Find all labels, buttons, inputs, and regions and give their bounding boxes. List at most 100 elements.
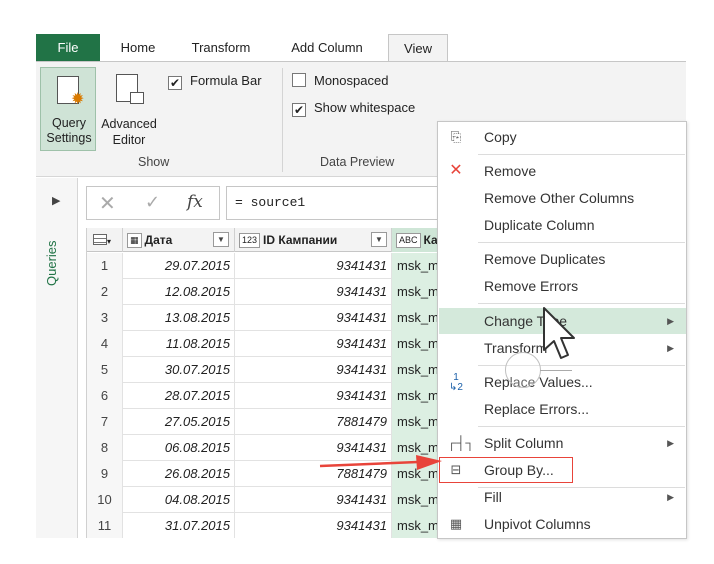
click-indicator-line <box>540 370 572 371</box>
unpivot-icon: ▦ <box>449 516 463 531</box>
row-index[interactable]: 3 <box>87 305 123 331</box>
cell-text[interactable]: msk_m <box>392 279 440 305</box>
commit-check-icon[interactable]: ✓ <box>145 192 160 213</box>
table-row[interactable]: 3 13.08.2015 9341431 msk_m <box>87 305 440 331</box>
menu-item-unpivot-columns[interactable]: ▦ Unpivot Columns <box>439 511 686 537</box>
table-row[interactable]: 4 11.08.2015 9341431 msk_m <box>87 331 440 357</box>
cell-text[interactable]: msk_m <box>392 357 440 383</box>
table-row[interactable]: 6 28.07.2015 9341431 msk_m <box>87 383 440 409</box>
row-index[interactable]: 9 <box>87 461 123 487</box>
menu-item-remove-errors[interactable]: Remove Errors <box>439 273 686 299</box>
cancel-icon[interactable]: ✕ <box>99 191 116 216</box>
table-row[interactable]: 11 31.07.2015 9341431 msk_m <box>87 513 440 538</box>
row-index[interactable]: 4 <box>87 331 123 357</box>
row-index[interactable]: 5 <box>87 357 123 383</box>
table-row[interactable]: 7 27.05.2015 7881479 msk_m <box>87 409 440 435</box>
column-header-text[interactable]: ABC Ка <box>392 228 440 252</box>
table-row[interactable]: 5 30.07.2015 9341431 msk_m <box>87 357 440 383</box>
row-index[interactable]: 7 <box>87 409 123 435</box>
cell-campaign-id[interactable]: 9341431 <box>235 487 392 513</box>
row-index[interactable]: 1 <box>87 253 123 279</box>
menu-item-label: Split Column <box>484 435 564 451</box>
menu-item-remove-other-columns[interactable]: Remove Other Columns <box>439 185 686 211</box>
expand-chevron-icon[interactable]: ▶ <box>52 194 60 207</box>
cell-text[interactable]: msk_m <box>392 383 440 409</box>
menu-item-remove[interactable]: ✕ Remove <box>439 158 686 184</box>
gear-icon: ✹ <box>71 91 85 108</box>
menu-item-copy[interactable]: ⎘ Copy <box>439 124 686 150</box>
cell-date[interactable]: 13.08.2015 <box>123 305 235 331</box>
cell-text[interactable]: msk_m <box>392 409 440 435</box>
cell-text[interactable]: msk_m <box>392 513 440 538</box>
submenu-arrow-icon: ▶ <box>667 316 674 326</box>
column-header-campaign-id[interactable]: 123 ID Кампании ▼ <box>235 228 392 252</box>
cell-campaign-id[interactable]: 9341431 <box>235 383 392 409</box>
checkbox-checked-icon[interactable]: ✔ <box>168 76 182 90</box>
cell-text[interactable]: msk_m <box>392 487 440 513</box>
cell-date[interactable]: 30.07.2015 <box>123 357 235 383</box>
tab-view[interactable]: View <box>388 34 448 63</box>
query-settings-button[interactable]: ✹ Query Settings <box>40 67 96 151</box>
checkbox-unchecked-icon[interactable] <box>292 73 306 87</box>
table-row[interactable]: 2 12.08.2015 9341431 msk_m <box>87 279 440 305</box>
cell-date[interactable]: 04.08.2015 <box>123 487 235 513</box>
show-whitespace-toggle[interactable]: ✔ Show whitespace <box>292 99 415 117</box>
cell-date[interactable]: 11.08.2015 <box>123 331 235 357</box>
menu-item-label: Group By... <box>484 462 554 478</box>
cell-date[interactable]: 26.08.2015 <box>123 461 235 487</box>
cell-text[interactable]: msk_m <box>392 305 440 331</box>
cell-date[interactable]: 29.07.2015 <box>123 253 235 279</box>
mouse-cursor-icon <box>543 307 575 359</box>
menu-item-group-by[interactable]: ⊟ Group By... <box>439 457 573 483</box>
cell-date[interactable]: 27.05.2015 <box>123 409 235 435</box>
monospaced-toggle[interactable]: Monospaced <box>292 72 388 90</box>
formula-input[interactable]: = source1 <box>226 186 440 220</box>
checkbox-checked-icon[interactable]: ✔ <box>292 103 306 117</box>
filter-dropdown-icon[interactable]: ▼ <box>371 232 387 247</box>
cell-text[interactable]: msk_m <box>392 253 440 279</box>
column-header-date[interactable]: ▦ Дата ▼ <box>123 228 235 252</box>
menu-item-duplicate-column[interactable]: Duplicate Column <box>439 212 686 238</box>
monospaced-label: Monospaced <box>314 73 389 88</box>
row-index[interactable]: 8 <box>87 435 123 461</box>
data-grid: ▾ ▦ Дата ▼ 123 ID Кампании ▼ ABC Ка 1 29.07.… <box>86 228 440 538</box>
filter-dropdown-icon[interactable]: ▼ <box>213 232 229 247</box>
cell-campaign-id[interactable]: 9341431 <box>235 253 392 279</box>
menu-item-replace-values[interactable]: 1 ↳2 Replace Values... <box>439 369 686 395</box>
cell-date[interactable]: 28.07.2015 <box>123 383 235 409</box>
tab-file[interactable]: File <box>36 34 100 62</box>
table-row[interactable]: 10 04.08.2015 9341431 msk_m <box>87 487 440 513</box>
cell-campaign-id[interactable]: 9341431 <box>235 305 392 331</box>
menu-item-label: Copy <box>484 129 517 145</box>
ribbon-tabs: File Home Transform Add Column View <box>36 34 686 63</box>
cell-campaign-id[interactable]: 9341431 <box>235 357 392 383</box>
row-index[interactable]: 11 <box>87 513 123 538</box>
menu-item-label: Remove Duplicates <box>484 251 606 267</box>
tab-home[interactable]: Home <box>102 34 174 62</box>
formula-bar-toggle[interactable]: ✔ Formula Bar <box>168 72 262 90</box>
cell-text[interactable]: msk_m <box>392 331 440 357</box>
submenu-arrow-icon: ▶ <box>667 343 674 353</box>
row-index[interactable]: 10 <box>87 487 123 513</box>
cell-campaign-id[interactable]: 9341431 <box>235 331 392 357</box>
menu-item-fill[interactable]: Fill ▶ <box>439 484 686 510</box>
row-index[interactable]: 6 <box>87 383 123 409</box>
group-by-icon: ⊟ <box>450 462 462 477</box>
table-menu[interactable]: ▾ <box>87 228 123 252</box>
cell-campaign-id[interactable]: 9341431 <box>235 279 392 305</box>
cell-campaign-id[interactable]: 7881479 <box>235 409 392 435</box>
table-row[interactable]: 1 29.07.2015 9341431 msk_m <box>87 253 440 279</box>
tab-add-column[interactable]: Add Column <box>272 34 382 62</box>
queries-label[interactable]: Queries <box>44 228 64 298</box>
fx-icon[interactable]: fx <box>187 192 203 212</box>
cell-date[interactable]: 31.07.2015 <box>123 513 235 538</box>
cell-campaign-id[interactable]: 9341431 <box>235 513 392 538</box>
cell-date[interactable]: 06.08.2015 <box>123 435 235 461</box>
menu-item-split-column[interactable]: ┌┤┐ Split Column ▶ <box>439 430 686 456</box>
row-index[interactable]: 2 <box>87 279 123 305</box>
cell-date[interactable]: 12.08.2015 <box>123 279 235 305</box>
menu-item-remove-duplicates[interactable]: Remove Duplicates <box>439 246 686 272</box>
tab-transform[interactable]: Transform <box>176 34 266 62</box>
menu-item-replace-errors[interactable]: Replace Errors... <box>439 396 686 422</box>
group-divider <box>282 68 283 172</box>
